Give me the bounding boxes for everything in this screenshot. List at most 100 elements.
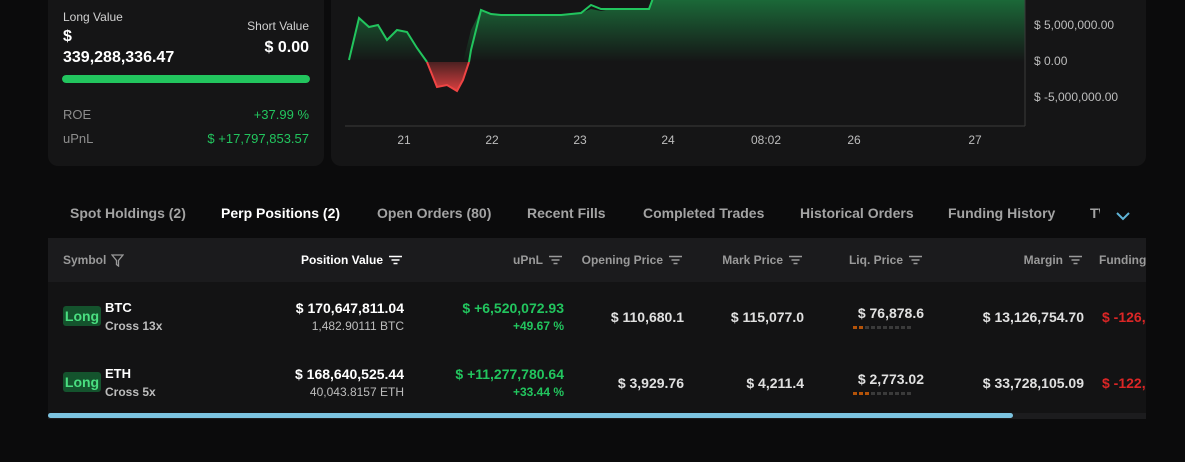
x-tick: 21 (397, 133, 411, 147)
account-summary-card: Long Value $ 339,288,336.47 Short Value … (48, 0, 324, 166)
filter-icon[interactable] (111, 253, 125, 267)
risk-segment (853, 326, 857, 329)
column-header-mark-price[interactable]: Mark Price (722, 238, 802, 282)
liq-risk-indicator (853, 326, 911, 329)
risk-segment (883, 392, 887, 395)
risk-segment (865, 326, 869, 329)
risk-segment (889, 326, 893, 329)
mark-price: $ 4,211.4 (746, 375, 804, 391)
column-label: Liq. Price (848, 253, 903, 267)
upnl-value: $ +6,520,072.93 (462, 300, 564, 316)
tab-historical-orders[interactable]: Historical Orders (800, 196, 914, 240)
horizontal-scrollbar-thumb[interactable] (48, 413, 1013, 418)
funding: $ -126, (1102, 309, 1146, 325)
sort-icon (1069, 255, 1082, 265)
leverage: Cross 13x (105, 319, 163, 333)
liq-price: $ 2,773.02 (857, 371, 924, 387)
opening-price: $ 3,929.76 (617, 375, 684, 391)
roe-row: ROE +37.99 % (63, 107, 309, 122)
long-ratio-fill (62, 75, 310, 83)
sort-icon (909, 255, 922, 265)
symbol[interactable]: BTC (105, 300, 132, 315)
side-badge: Long (63, 306, 101, 326)
column-label: Symbol (63, 253, 107, 267)
tab-funding-history[interactable]: Funding History (948, 196, 1055, 240)
tab-spot-holdings[interactable]: Spot Holdings (2) (70, 196, 186, 240)
x-tick: 22 (485, 133, 499, 147)
position-size: 1,482.90111 BTC (311, 319, 404, 333)
mark-price: $ 115,077.0 (730, 309, 804, 325)
sort-icon (549, 255, 562, 265)
risk-segment (853, 392, 857, 395)
chevron-down-icon (1116, 212, 1130, 221)
risk-segment (889, 392, 893, 395)
column-header-position-value[interactable]: Position Value (301, 238, 402, 282)
risk-segment (871, 392, 875, 395)
column-header-upnl[interactable]: uPnL (513, 238, 562, 282)
x-tick: 24 (661, 133, 675, 147)
roe-value: +37.99 % (253, 107, 309, 122)
risk-segment (895, 326, 899, 329)
y-tick: $ 0.00 (1034, 54, 1068, 68)
risk-segment (907, 392, 911, 395)
risk-segment (871, 326, 875, 329)
tab-perp-positions[interactable]: Perp Positions (2) (221, 196, 340, 240)
column-label: Margin (1023, 253, 1063, 267)
column-header-symbol[interactable]: Symbol (63, 238, 125, 282)
pnl-chart-card: $ 5,000,000.00 $ 0.00 $ -5,000,000.00 21… (331, 0, 1146, 166)
positions-tab-bar: Spot Holdings (2) Perp Positions (2) Ope… (48, 196, 1146, 240)
y-tick: $ 5,000,000.00 (1034, 18, 1114, 32)
position-value: $ 168,640,525.44 (295, 366, 404, 382)
tabs-expand-button[interactable] (1100, 196, 1146, 236)
column-header-liq-price[interactable]: Liq. Price (849, 238, 922, 282)
upnl-percent: +49.67 % (512, 319, 564, 333)
risk-segment (877, 392, 881, 395)
x-tick: 27 (968, 133, 982, 147)
risk-segment (859, 326, 863, 329)
table-header: Symbol Position Value uPnL Opening Price… (48, 238, 1146, 282)
pnl-positive-area (349, 0, 1025, 62)
long-value-label: Long Value (63, 10, 123, 24)
risk-segment (901, 392, 905, 395)
tab-completed-trades[interactable]: Completed Trades (643, 196, 764, 240)
short-value-label: Short Value (247, 19, 309, 33)
symbol[interactable]: ETH (105, 366, 131, 381)
position-size: 40,043.8157 ETH (309, 385, 404, 399)
risk-segment (865, 392, 869, 395)
risk-segment (895, 392, 899, 395)
opening-price: $ 110,680.1 (610, 309, 684, 325)
column-label: uPnL (513, 253, 543, 267)
short-value: $ 0.00 (264, 39, 309, 56)
liq-risk-indicator (853, 392, 911, 395)
x-tick: 26 (847, 133, 861, 147)
tab-open-orders[interactable]: Open Orders (80) (377, 196, 491, 240)
roe-label: ROE (63, 107, 92, 122)
long-value-currency: $ (63, 28, 72, 45)
y-tick: $ -5,000,000.00 (1034, 90, 1118, 104)
leverage: Cross 5x (105, 385, 156, 399)
column-header-opening-price[interactable]: Opening Price (582, 238, 682, 282)
upnl-value: $ +11,277,780.64 (455, 366, 564, 382)
pnl-chart[interactable]: $ 5,000,000.00 $ 0.00 $ -5,000,000.00 21… (331, 0, 1146, 166)
x-tick: 23 (573, 133, 587, 147)
upnl-value: $ +17,797,853.57 (207, 131, 309, 146)
column-label: Position Value (300, 253, 383, 267)
sort-icon (389, 255, 402, 265)
tab-recent-fills[interactable]: Recent Fills (527, 196, 606, 240)
sort-icon (669, 255, 682, 265)
table-row[interactable]: Long BTC Cross 13x $ 170,647,811.04 1,48… (48, 282, 1146, 348)
side-badge: Long (63, 372, 101, 392)
column-header-margin[interactable]: Margin (1024, 238, 1082, 282)
x-tick: 08:02 (751, 133, 781, 147)
table-row[interactable]: Long ETH Cross 5x $ 168,640,525.44 40,04… (48, 348, 1146, 414)
risk-segment (877, 326, 881, 329)
risk-segment (901, 326, 905, 329)
column-header-funding[interactable]: Funding C (1099, 238, 1146, 282)
long-short-ratio-bar (62, 75, 310, 83)
column-label: Mark Price (722, 253, 783, 267)
sort-icon (789, 255, 802, 265)
long-value: 339,288,336.47 (63, 49, 175, 66)
risk-segment (883, 326, 887, 329)
risk-segment (859, 392, 863, 395)
perp-positions-table: Symbol Position Value uPnL Opening Price… (48, 238, 1146, 418)
